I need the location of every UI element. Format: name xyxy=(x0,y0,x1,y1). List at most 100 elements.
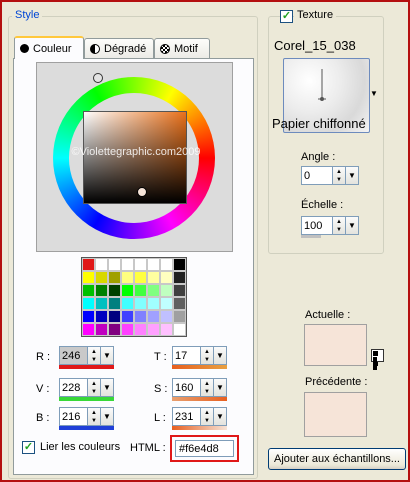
palette-swatch[interactable] xyxy=(160,310,173,323)
s-stepper[interactable]: ▲▼ ▼ xyxy=(172,378,227,397)
s-label: S : xyxy=(154,383,168,395)
palette-swatch[interactable] xyxy=(108,271,121,284)
palette-swatch[interactable] xyxy=(134,284,147,297)
palette-swatch[interactable] xyxy=(147,271,160,284)
spin-updown-icon[interactable]: ▲ ▼ xyxy=(201,407,214,426)
chevron-down-icon[interactable]: ▼ xyxy=(101,407,114,426)
chevron-down-icon[interactable]: ▼ xyxy=(214,407,227,426)
palette-swatch[interactable] xyxy=(134,271,147,284)
r-bar xyxy=(59,365,114,369)
t-input[interactable] xyxy=(172,346,201,365)
palette-swatch[interactable] xyxy=(134,323,147,336)
palette-swatch[interactable] xyxy=(95,323,108,336)
palette-swatch[interactable] xyxy=(121,323,134,336)
chevron-down-icon[interactable]: ▼ xyxy=(346,216,359,235)
palette-swatch[interactable] xyxy=(82,284,95,297)
palette-swatch[interactable] xyxy=(95,284,108,297)
palette-swatch[interactable] xyxy=(147,284,160,297)
spin-updown-icon[interactable]: ▲ ▼ xyxy=(201,346,214,365)
r-stepper[interactable]: ▲▼ ▼ xyxy=(59,346,114,365)
tab-motif-label: Motif xyxy=(174,42,198,55)
tab-degrade[interactable]: Dégradé xyxy=(84,38,154,58)
palette-swatch[interactable] xyxy=(82,271,95,284)
spin-updown-icon[interactable]: ▲ ▼ xyxy=(88,407,101,426)
palette-swatch[interactable] xyxy=(121,271,134,284)
hue-marker[interactable] xyxy=(93,73,103,83)
color-marker[interactable] xyxy=(137,187,147,197)
l-input[interactable] xyxy=(172,407,201,426)
palette-swatch[interactable] xyxy=(121,258,134,271)
palette-swatch[interactable] xyxy=(108,323,121,336)
texture-dropdown-icon[interactable]: ▼ xyxy=(370,89,378,98)
palette-swatch[interactable] xyxy=(95,297,108,310)
palette-swatch[interactable] xyxy=(121,297,134,310)
b-input[interactable] xyxy=(59,407,88,426)
palette-swatch[interactable] xyxy=(134,310,147,323)
palette-swatch[interactable] xyxy=(173,310,186,323)
v-input[interactable] xyxy=(59,378,88,397)
chevron-down-icon[interactable]: ▼ xyxy=(101,378,114,397)
html-color-input[interactable] xyxy=(175,440,234,457)
palette-swatch[interactable] xyxy=(160,271,173,284)
add-to-swatches-button[interactable]: Ajouter aux échantillons... xyxy=(268,448,406,470)
echelle-stepper[interactable]: ▲▼ ▼ xyxy=(301,216,359,235)
palette-swatch[interactable] xyxy=(108,258,121,271)
color-wheel-area[interactable]: ©Violettegraphic.com2009 xyxy=(36,62,233,252)
b-stepper[interactable]: ▲▼ ▼ xyxy=(59,407,114,426)
spin-updown-icon[interactable]: ▲ ▼ xyxy=(333,216,346,235)
palette-swatch[interactable] xyxy=(160,297,173,310)
spin-updown-icon[interactable]: ▲ ▼ xyxy=(201,378,214,397)
palette-swatch[interactable] xyxy=(147,258,160,271)
palette-swatch[interactable] xyxy=(173,284,186,297)
basic-color-palette[interactable] xyxy=(81,257,187,337)
tab-motif[interactable]: Motif xyxy=(154,38,210,58)
echelle-input[interactable] xyxy=(301,216,333,235)
palette-swatch[interactable] xyxy=(82,310,95,323)
spin-updown-icon[interactable]: ▲ ▼ xyxy=(333,166,346,185)
chevron-down-icon[interactable]: ▼ xyxy=(214,346,227,365)
tab-couleur[interactable]: Couleur xyxy=(14,36,84,59)
spin-updown-icon[interactable]: ▲ ▼ xyxy=(88,346,101,365)
palette-swatch[interactable] xyxy=(147,323,160,336)
palette-swatch[interactable] xyxy=(173,323,186,336)
palette-swatch[interactable] xyxy=(173,258,186,271)
palette-swatch[interactable] xyxy=(173,297,186,310)
palette-swatch[interactable] xyxy=(82,297,95,310)
palette-swatch[interactable] xyxy=(108,297,121,310)
palette-swatch[interactable] xyxy=(160,323,173,336)
t-bar xyxy=(172,365,227,369)
texture-checkbox[interactable]: ✓ xyxy=(280,10,293,23)
palette-swatch[interactable] xyxy=(160,284,173,297)
color-picker-dialog: Style Couleur Dégradé Motif ©Violettegra… xyxy=(0,0,410,482)
palette-swatch[interactable] xyxy=(82,258,95,271)
v-stepper[interactable]: ▲▼ ▼ xyxy=(59,378,114,397)
palette-swatch[interactable] xyxy=(95,310,108,323)
chevron-down-icon[interactable]: ▼ xyxy=(214,378,227,397)
l-stepper[interactable]: ▲▼ ▼ xyxy=(172,407,227,426)
chevron-down-icon[interactable]: ▼ xyxy=(346,166,359,185)
s-input[interactable] xyxy=(172,378,201,397)
palette-swatch[interactable] xyxy=(160,258,173,271)
palette-swatch[interactable] xyxy=(95,271,108,284)
spin-updown-icon[interactable]: ▲ ▼ xyxy=(88,378,101,397)
chevron-down-icon[interactable]: ▼ xyxy=(101,346,114,365)
palette-swatch[interactable] xyxy=(95,258,108,271)
t-stepper[interactable]: ▲▼ ▼ xyxy=(172,346,227,365)
palette-swatch[interactable] xyxy=(121,284,134,297)
swap-colors-icon[interactable] xyxy=(371,349,384,370)
palette-swatch[interactable] xyxy=(147,297,160,310)
palette-swatch[interactable] xyxy=(173,271,186,284)
angle-stepper[interactable]: ▲▼ ▼ xyxy=(301,166,359,185)
palette-swatch[interactable] xyxy=(108,310,121,323)
palette-swatch[interactable] xyxy=(108,284,121,297)
angle-input[interactable] xyxy=(301,166,333,185)
palette-swatch[interactable] xyxy=(134,297,147,310)
previous-color-swatch[interactable] xyxy=(304,392,367,437)
palette-swatch[interactable] xyxy=(134,258,147,271)
palette-swatch[interactable] xyxy=(121,310,134,323)
b-label: B : xyxy=(36,412,50,424)
r-input[interactable] xyxy=(59,346,88,365)
palette-swatch[interactable] xyxy=(147,310,160,323)
palette-swatch[interactable] xyxy=(82,323,95,336)
lier-couleurs-checkbox[interactable]: ✓ xyxy=(22,441,35,454)
